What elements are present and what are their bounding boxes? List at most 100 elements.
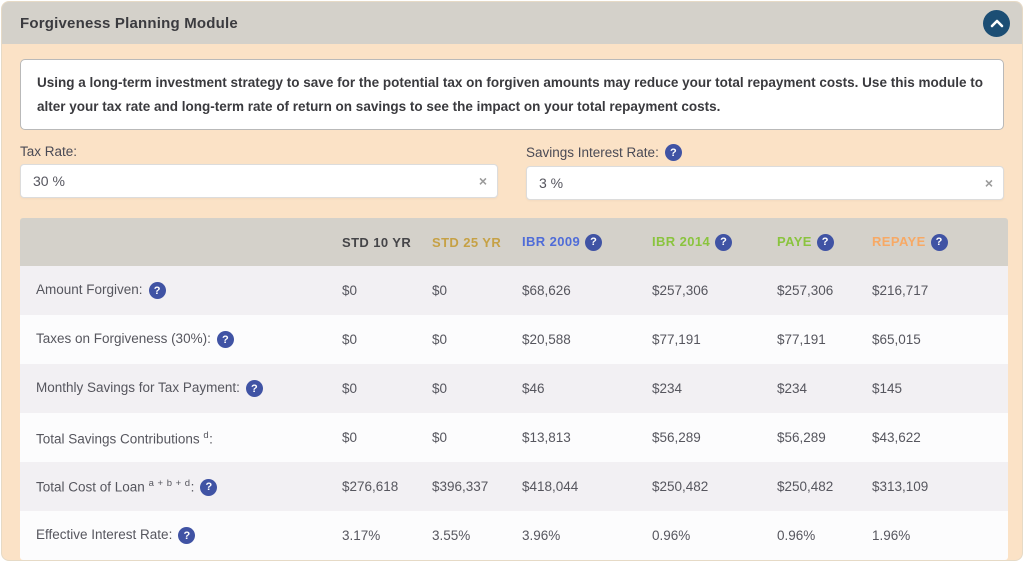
value-cell: $234 [777,364,872,413]
column-header-ibr-2014: IBR 2014? [652,218,777,266]
value-cell: $46 [522,364,652,413]
row-label-text: Amount Forgiven: [36,282,143,297]
table-row: Total Savings Contributions d:$0$0$13,81… [20,413,1008,462]
row-label-text: Taxes on Forgiveness (30%): [36,331,211,346]
results-table-header-row: STD 10 YRSTD 25 YRIBR 2009?IBR 2014?PAYE… [20,218,1008,266]
collapse-button[interactable] [983,10,1010,37]
row-label-text: Effective Interest Rate: [36,527,172,542]
table-row: Monthly Savings for Tax Payment:?$0$0$46… [20,364,1008,413]
row-label-text: Monthly Savings for Tax Payment: [36,380,240,395]
savings-rate-group: Savings Interest Rate: ? × [526,144,1004,200]
results-table-body: Amount Forgiven:?$0$0$68,626$257,306$257… [20,266,1008,560]
description-box: Using a long-term investment strategy to… [20,59,1004,130]
value-cell: $396,337 [432,462,522,511]
value-cell: $20,588 [522,315,652,364]
column-header-repaye: REPAYE? [872,218,1008,266]
help-icon[interactable]: ? [585,234,602,251]
value-cell: 0.96% [777,511,872,560]
value-cell: $56,289 [777,413,872,462]
tax-rate-group: Tax Rate: × [20,144,498,200]
value-cell: $43,622 [872,413,1008,462]
value-cell: $145 [872,364,1008,413]
value-cell: $0 [432,364,522,413]
value-cell: $0 [432,413,522,462]
help-icon[interactable]: ? [931,234,948,251]
column-header-label: IBR 2014 [652,234,710,249]
column-header-paye: PAYE? [777,218,872,266]
column-header-ibr-2009: IBR 2009? [522,218,652,266]
tax-rate-label: Tax Rate: [20,144,498,159]
value-cell: $0 [432,315,522,364]
row-label: Taxes on Forgiveness (30%):? [20,315,342,364]
tax-rate-input-wrap: × [20,164,498,198]
value-cell: $56,289 [652,413,777,462]
savings-rate-label-text: Savings Interest Rate: [526,145,659,160]
column-header-std-10-yr: STD 10 YR [342,218,432,266]
value-cell: 0.96% [652,511,777,560]
table-row: Amount Forgiven:?$0$0$68,626$257,306$257… [20,266,1008,315]
column-header-label: STD 10 YR [342,235,411,250]
clear-icon[interactable]: × [479,174,487,188]
value-cell: $250,482 [777,462,872,511]
help-icon[interactable]: ? [149,282,166,299]
row-label: Effective Interest Rate:? [20,511,342,560]
value-cell: $216,717 [872,266,1008,315]
help-icon[interactable]: ? [817,234,834,251]
row-label-text: Total Cost of Loan [36,479,149,494]
value-cell: 3.96% [522,511,652,560]
value-cell: $257,306 [652,266,777,315]
value-cell: $77,191 [777,315,872,364]
chevron-up-icon [990,19,1004,28]
column-header-label: STD 25 YR [432,235,501,250]
help-icon[interactable]: ? [200,479,217,496]
module-header[interactable]: Forgiveness Planning Module [2,2,1022,44]
help-icon[interactable]: ? [246,380,263,397]
description-text: Using a long-term investment strategy to… [37,71,987,118]
value-cell: $257,306 [777,266,872,315]
savings-rate-input-wrap: × [526,166,1004,200]
value-cell: $234 [652,364,777,413]
value-cell: $276,618 [342,462,432,511]
value-cell: $65,015 [872,315,1008,364]
row-label-suffix: : [209,431,213,446]
help-icon[interactable]: ? [217,331,234,348]
value-cell: $313,109 [872,462,1008,511]
help-icon[interactable]: ? [665,144,682,161]
table-row: Total Cost of Loan a + b + d:?$276,618$3… [20,462,1008,511]
table-row: Taxes on Forgiveness (30%):?$0$0$20,588$… [20,315,1008,364]
column-header-std-25-yr: STD 25 YR [432,218,522,266]
table-row: Effective Interest Rate:?3.17%3.55%3.96%… [20,511,1008,560]
column-header-label: REPAYE [872,234,926,249]
savings-rate-input[interactable] [526,166,1004,200]
tax-rate-input[interactable] [20,164,498,198]
module-title: Forgiveness Planning Module [20,15,238,32]
value-cell: 3.55% [432,511,522,560]
row-label: Total Savings Contributions d: [20,413,342,462]
value-cell: $0 [342,315,432,364]
value-cell: $418,044 [522,462,652,511]
tax-rate-label-text: Tax Rate: [20,144,77,159]
help-icon[interactable]: ? [715,234,732,251]
value-cell: $77,191 [652,315,777,364]
value-cell: $68,626 [522,266,652,315]
value-cell: 3.17% [342,511,432,560]
value-cell: $0 [432,266,522,315]
results-table: STD 10 YRSTD 25 YRIBR 2009?IBR 2014?PAYE… [20,218,1008,560]
value-cell: $0 [342,266,432,315]
help-icon[interactable]: ? [178,527,195,544]
inputs-row: Tax Rate: × Savings Interest Rate: ? × [20,144,1004,200]
column-header-label: IBR 2009 [522,234,580,249]
row-label-text: Total Savings Contributions [36,431,203,446]
row-label: Monthly Savings for Tax Payment:? [20,364,342,413]
clear-icon[interactable]: × [985,176,993,190]
module-body: Using a long-term investment strategy to… [2,44,1022,560]
savings-rate-label: Savings Interest Rate: ? [526,144,1004,161]
column-header-empty [20,218,342,266]
column-header-label: PAYE [777,234,812,249]
row-label: Total Cost of Loan a + b + d:? [20,462,342,511]
value-cell: $250,482 [652,462,777,511]
forgiveness-planning-module: Forgiveness Planning Module Using a long… [1,1,1023,561]
row-label-suffix: : [191,479,195,494]
row-label: Amount Forgiven:? [20,266,342,315]
value-cell: $0 [342,364,432,413]
